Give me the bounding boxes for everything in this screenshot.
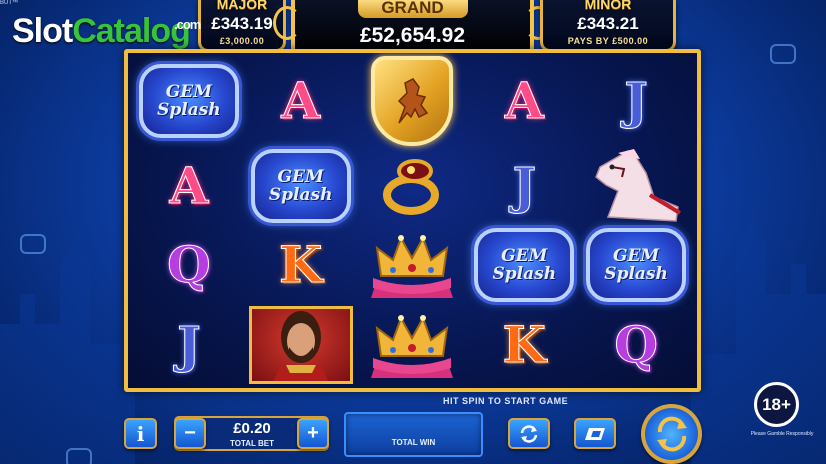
- autoplay-icon: [520, 424, 538, 443]
- logo-part-2: Catalog: [72, 12, 191, 50]
- reel-cell: [357, 146, 469, 226]
- start-hint-text: HIT SPIN TO START GAME: [443, 396, 569, 406]
- reel-cell: [580, 146, 692, 226]
- jackpot-minor-title: MINOR: [584, 0, 632, 12]
- gold-ring-icon: [383, 158, 440, 215]
- increase-bet-button[interactable]: +: [297, 418, 329, 449]
- logo-part-1: Slot: [12, 12, 73, 50]
- total-win-panel: [344, 412, 483, 457]
- reel-cell: A: [245, 56, 357, 146]
- age-restriction-badge: 18+: [754, 382, 799, 427]
- total-bet-value: £0.20: [233, 420, 271, 437]
- info-icon: i: [136, 421, 145, 446]
- gem-splash-line1: GEM: [165, 82, 213, 102]
- jackpot-major-sub: £3,000.00: [219, 36, 265, 46]
- background-gem-icon: [20, 234, 46, 254]
- gem-splash-symbol: GEM Splash: [586, 228, 687, 303]
- turbo-button[interactable]: [574, 418, 616, 449]
- responsible-gambling-note: Please Gamble Responsibly: [750, 431, 814, 437]
- reel-grid: GEM Splash A A J A GEM Splash J Q K GEM Splash GEM Spl…: [133, 56, 692, 385]
- reel-cell: J: [468, 146, 580, 226]
- jackpot-grand-value: £52,654.92: [359, 24, 466, 47]
- total-bet-label: TOTAL BET: [230, 439, 274, 448]
- gem-splash-line2: Splash: [604, 264, 668, 285]
- jackpot-major-title: MAJOR: [216, 0, 268, 12]
- gem-splash-symbol: GEM Splash: [138, 64, 239, 138]
- gem-splash-line2: Splash: [492, 264, 557, 285]
- knight-portrait-icon: [248, 306, 353, 385]
- reel-frame: GEM Splash A A J A GEM Splash J Q K GEM Splash GEM Spl…: [124, 49, 701, 392]
- symbol-j: J: [512, 155, 537, 215]
- reel-cell: J: [580, 56, 692, 146]
- jackpot-minor-value: £343.21: [577, 14, 639, 33]
- symbol-k: K: [278, 235, 323, 295]
- jackpot-major-value: £343.19: [211, 14, 273, 33]
- reel-cell: GEM Splash: [245, 146, 357, 226]
- info-button[interactable]: i: [124, 418, 157, 449]
- symbol-q: Q: [167, 235, 212, 295]
- spin-button[interactable]: [641, 404, 702, 464]
- reel-cell: K: [245, 226, 357, 306]
- spin-icon: [656, 416, 687, 452]
- white-horse-icon: [595, 148, 682, 222]
- slotcatalog-watermark-logo: SlotCatalog .com: [12, 12, 201, 50]
- symbol-j: J: [177, 315, 202, 375]
- reel-cell: [357, 226, 469, 306]
- decrease-bet-button[interactable]: −: [174, 418, 206, 449]
- gem-splash-line2: Splash: [157, 100, 221, 120]
- gem-splash-line1: GEM: [501, 246, 548, 267]
- trademark-text: BUT™: [0, 0, 18, 6]
- reel-cell: [357, 305, 469, 385]
- minus-icon: −: [184, 422, 196, 444]
- gem-splash-line1: GEM: [612, 246, 660, 267]
- reel-cell: K: [468, 305, 580, 385]
- reel-cell: Q: [580, 305, 692, 385]
- gem-splash-symbol: GEM Splash: [474, 228, 575, 303]
- symbol-j: J: [624, 71, 649, 130]
- reel-cell: GEM Splash: [133, 56, 245, 146]
- autoplay-button[interactable]: [508, 418, 550, 449]
- reel-cell: [357, 56, 469, 146]
- total-win-label: TOTAL WIN: [391, 438, 436, 447]
- jackpot-grand-title: GRAND: [357, 0, 468, 18]
- plus-icon: +: [307, 422, 319, 444]
- reel-cell: J: [133, 305, 245, 385]
- crown-icon: [371, 235, 454, 299]
- gem-splash-line1: GEM: [277, 166, 324, 187]
- reel-cell: A: [468, 56, 580, 146]
- symbol-a: A: [504, 71, 544, 130]
- background-gem-icon: [770, 44, 796, 64]
- jackpot-minor-sub: PAYS BY £500.00: [567, 36, 649, 46]
- reel-cell: Q: [133, 226, 245, 306]
- background-gem-icon: [66, 448, 92, 464]
- turbo-icon: [585, 427, 605, 440]
- jackpot-minor: MINOR £343.21 PAYS BY £500.00: [540, 0, 676, 52]
- reel-cell: GEM Splash: [468, 226, 580, 306]
- symbol-k: K: [502, 315, 547, 375]
- reel-cell: A: [133, 146, 245, 226]
- reel-cell: [245, 305, 357, 385]
- logo-suffix: .com: [174, 17, 201, 32]
- lion-shield-icon: [371, 56, 454, 146]
- reel-cell: GEM Splash: [580, 226, 692, 306]
- symbol-a: A: [169, 155, 209, 215]
- gem-splash-line2: Splash: [268, 184, 333, 205]
- gem-splash-symbol: GEM Splash: [250, 148, 351, 223]
- crown-icon: [371, 315, 454, 379]
- symbol-a: A: [281, 71, 321, 130]
- symbol-q: Q: [614, 315, 659, 375]
